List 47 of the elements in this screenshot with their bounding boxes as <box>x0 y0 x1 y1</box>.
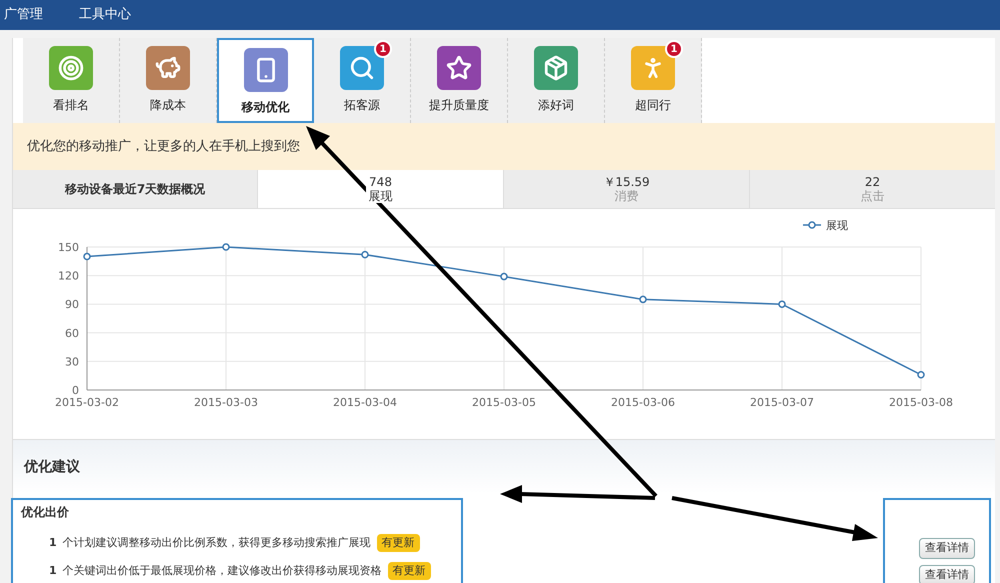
y-tick-label: 30 <box>65 355 79 368</box>
update-tag: 有更新 <box>388 562 431 580</box>
section-title: 优化建议 <box>24 458 80 476</box>
nav-link[interactable]: 工具中心 <box>79 5 131 25</box>
legend-label: 展现 <box>826 219 848 232</box>
tool-tab[interactable]: 拓客源 1 <box>314 38 411 123</box>
x-tick-label: 2015-03-08 <box>889 396 953 409</box>
details-button[interactable]: 查看详情 <box>919 564 975 583</box>
tool-tab[interactable]: 添好词 <box>508 38 605 123</box>
stat-tab[interactable]: ￥15.59 消费 <box>503 170 749 208</box>
x-tick-label: 2015-03-06 <box>611 396 675 409</box>
data-point <box>361 250 369 258</box>
x-tick-label: 2015-03-03 <box>194 396 258 409</box>
stat-tab[interactable]: 22 点击 <box>749 170 995 208</box>
data-point <box>500 272 508 280</box>
notification-badge: 1 <box>374 40 392 58</box>
y-tick-label: 150 <box>58 241 79 254</box>
group-title: 优化出价 <box>21 504 70 521</box>
x-tick-label: 2015-03-02 <box>55 396 119 409</box>
details-button[interactable]: 查看详情 <box>919 538 975 558</box>
tool-tab[interactable]: 提升质量度 <box>411 38 508 123</box>
tool-tab[interactable]: 超同行 1 <box>605 38 702 123</box>
data-point <box>222 243 230 251</box>
x-tick-label: 2015-03-04 <box>333 396 397 409</box>
tool-tab[interactable]: 移动优化 <box>217 38 314 123</box>
info-banner: 优化您的移动推广，让更多的人在手机上搜到您 <box>13 123 995 170</box>
suggestion-count: 1 <box>49 534 57 551</box>
nav-link[interactable]: 广管理 <box>4 5 43 25</box>
suggestion-text: 个关键词出价低于最低展现价格，建议修改出价获得移动展现资格 <box>62 562 382 579</box>
update-tag: 有更新 <box>376 534 420 552</box>
suggestion-count: 1 <box>49 562 57 579</box>
suggestion-text: 个计划建议调整移动出价比例系数，获得更多移动搜索推广展现 <box>62 534 371 551</box>
tool-tab[interactable]: 降成本 <box>120 38 217 123</box>
data-point <box>83 252 91 260</box>
legend-marker-icon <box>803 221 821 229</box>
y-tick-label: 90 <box>65 298 79 312</box>
stats-title: 移动设备最近7天数据概况 <box>13 170 257 208</box>
tool-tab[interactable]: 看排名 <box>23 38 120 123</box>
data-point <box>639 296 647 304</box>
data-point <box>917 371 925 378</box>
y-tick-label: 60 <box>65 326 79 340</box>
y-tick-label: 0 <box>72 384 79 397</box>
x-tick-label: 2015-03-07 <box>750 396 814 409</box>
x-tick-label: 2015-03-05 <box>472 396 536 409</box>
data-point <box>778 300 786 308</box>
y-tick-label: 120 <box>58 270 79 283</box>
notification-badge: 1 <box>665 40 683 58</box>
